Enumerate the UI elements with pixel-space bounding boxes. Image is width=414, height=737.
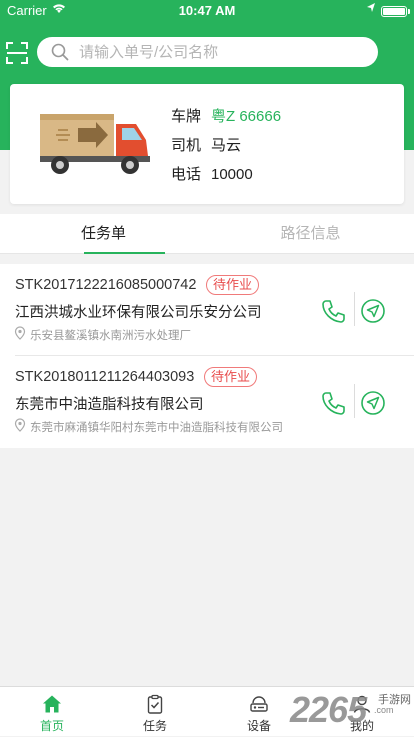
truck-icon xyxy=(40,114,150,174)
tabbar-label-tasks: 任务 xyxy=(142,719,167,733)
tab-route-info[interactable]: 路径信息 xyxy=(207,214,414,254)
location-arrow-icon xyxy=(367,3,375,12)
driver-value: 马云 xyxy=(211,137,242,154)
tabbar-item-home[interactable]: 首页 xyxy=(0,687,104,737)
plate-value: 粤Z 66666 xyxy=(211,108,282,125)
status-badge: 待作业 xyxy=(206,275,260,295)
phone-label: 电话 xyxy=(171,166,202,183)
action-divider xyxy=(354,384,355,418)
home-icon xyxy=(43,695,61,713)
status-badge: 待作业 xyxy=(204,367,258,387)
tabbar-label-home: 首页 xyxy=(39,719,64,733)
company-name: 东莞市中油造脂科技有限公司 xyxy=(15,397,204,413)
navigation-icon[interactable] xyxy=(360,390,386,416)
watermark-number: 2265 xyxy=(290,689,367,730)
battery-icon xyxy=(381,6,407,17)
clock: 10:47 AM xyxy=(178,3,236,18)
phone-value: 10000 xyxy=(211,166,253,183)
plate-label: 车牌 xyxy=(171,108,202,125)
vehicle-card: 车牌 粤Z 66666 司机 马云 电话 10000 xyxy=(10,84,404,204)
phone-icon[interactable] xyxy=(320,298,346,324)
driver-label: 司机 xyxy=(171,137,202,154)
navigation-icon[interactable] xyxy=(360,298,386,324)
driver-row: 司机 马云 xyxy=(171,134,241,155)
task-item[interactable]: STK2017122216085000742 待作业 江西洪城水业环保有限公司乐… xyxy=(0,264,414,356)
watermark-url: .com xyxy=(374,705,394,715)
task-address: 东莞市麻涌镇华阳村东莞市中油造脂科技有限公司 xyxy=(30,422,283,434)
order-number: STK2018011211264403093 xyxy=(15,369,195,385)
order-number: STK2017122216085000742 xyxy=(15,277,197,293)
task-address: 乐安县鳌溪镇水南洲污水处理厂 xyxy=(30,330,191,342)
location-pin-icon xyxy=(14,418,26,432)
clipboard-check-icon xyxy=(147,694,163,714)
location-pin-icon xyxy=(14,326,26,340)
site-watermark: 2265 手游网 .com xyxy=(290,683,414,736)
active-tab-indicator xyxy=(84,252,165,254)
action-divider xyxy=(354,292,355,326)
battery-tip xyxy=(408,9,410,14)
company-name: 江西洪城水业环保有限公司乐安分公司 xyxy=(15,305,262,321)
phone-row: 电话 10000 xyxy=(171,163,253,184)
tabbar-item-tasks[interactable]: 任务 xyxy=(103,687,207,737)
task-item[interactable]: STK2018011211264403093 待作业 东莞市中油造脂科技有限公司… xyxy=(0,356,414,448)
scan-icon[interactable] xyxy=(6,42,28,64)
task-list: STK2017122216085000742 待作业 江西洪城水业环保有限公司乐… xyxy=(0,264,414,448)
plate-row: 车牌 粤Z 66666 xyxy=(171,105,281,126)
device-icon xyxy=(250,696,268,712)
phone-icon[interactable] xyxy=(320,390,346,416)
status-bar: Carrier 10:47 AM xyxy=(0,0,414,22)
search-input[interactable] xyxy=(79,41,369,63)
tab-task-list[interactable]: 任务单 xyxy=(0,214,207,254)
tab-bar-top: 任务单 路径信息 xyxy=(0,214,414,254)
search-bar[interactable] xyxy=(37,37,378,67)
search-icon xyxy=(51,43,69,61)
